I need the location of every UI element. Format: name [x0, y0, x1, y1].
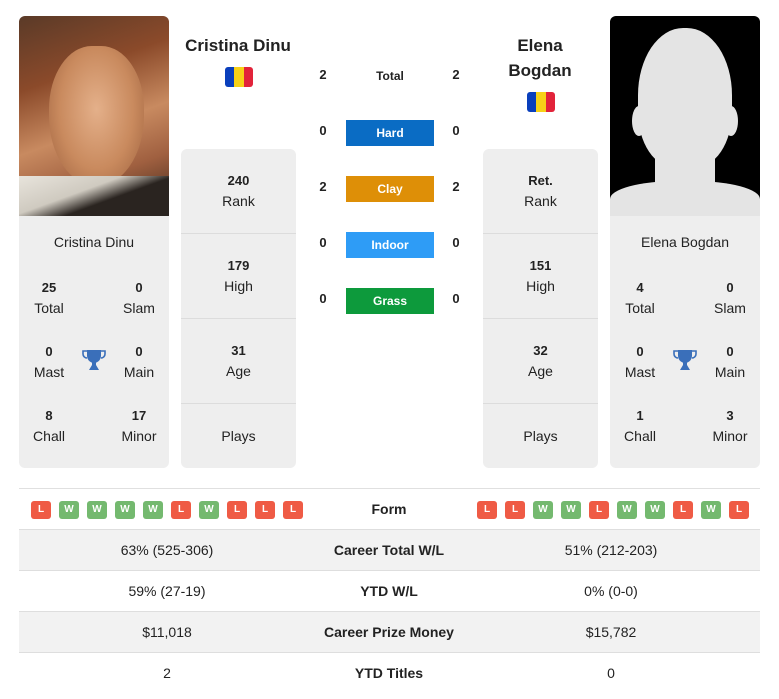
player2-header-name[interactable]: Elena Bogdan [480, 33, 600, 83]
form-loss-badge[interactable]: L [505, 501, 525, 519]
player1-titles-minor: 17 Minor [121, 408, 157, 444]
surface-grass-button[interactable]: Grass [346, 288, 434, 314]
form-win-badge[interactable]: W [561, 501, 581, 519]
surface-indoor-button[interactable]: Indoor [346, 232, 434, 258]
form-row: LWWWWLWLLL Form LLWWLWWLWL [19, 489, 760, 530]
form-loss-badge[interactable]: L [729, 501, 749, 519]
player2-age: 32 Age [483, 319, 598, 404]
table-row: $11,018 Career Prize Money $15,782 [19, 612, 760, 653]
player2-value: $15,782 [585, 624, 637, 640]
player2-value: 51% (212-203) [564, 542, 658, 558]
player1-value: $11,018 [142, 624, 192, 640]
row-label: Career Prize Money [324, 624, 454, 640]
trophy-icon [82, 350, 106, 370]
player2-name[interactable]: Elena Bogdan [610, 234, 760, 250]
player1-titles-main: 0 Main [123, 344, 155, 380]
h2h-grass-p1: 0 [319, 291, 327, 306]
comparison-table: LWWWWLWLLL Form LLWWLWWLWL 63% (525-306)… [19, 488, 760, 694]
player1-high: 179 High [181, 234, 296, 319]
table-row: 2 YTD Titles 0 [19, 653, 760, 694]
h2h-hard-p2: 0 [452, 123, 460, 138]
player2-titles-main: 0 Main [714, 344, 746, 380]
player1-name[interactable]: Cristina Dinu [19, 234, 169, 250]
surface-clay-button[interactable]: Clay [346, 176, 434, 202]
surface-hard-button[interactable]: Hard [346, 120, 434, 146]
player2-value: 0 [607, 665, 615, 681]
form-loss-badge[interactable]: L [227, 501, 247, 519]
player1-flag-icon [225, 67, 253, 87]
trophy-icon [673, 350, 697, 370]
h2h-indoor-p2: 0 [452, 235, 460, 250]
player2-stats-card: Ret. Rank 151 High 32 Age Plays [483, 149, 598, 468]
player1-header-name[interactable]: Cristina Dinu [178, 33, 298, 58]
form-label: Form [371, 501, 407, 517]
player2-titles-slam: 0 Slam [714, 280, 746, 316]
form-loss-badge[interactable]: L [171, 501, 191, 519]
row-label: YTD Titles [354, 665, 424, 681]
h2h-total-label: Total [376, 69, 404, 83]
player1-titles-mast: 0 Mast [33, 344, 65, 380]
form-win-badge[interactable]: W [115, 501, 135, 519]
player1-titles-card: Cristina Dinu 25 Total 0 Slam 0 Mast 0 Main … [19, 216, 169, 468]
player2-titles-total: 4 Total [625, 280, 655, 316]
form-loss-badge[interactable]: L [255, 501, 275, 519]
player2-titles-minor: 3 Minor [712, 408, 748, 444]
player2-titles-chall: 1 Chall [624, 408, 656, 444]
form-win-badge[interactable]: W [533, 501, 553, 519]
player2-form: LLWWLWWLWL [477, 501, 749, 519]
player1-value: 63% (525-306) [120, 542, 214, 558]
player2-high: 151 High [483, 234, 598, 319]
form-loss-badge[interactable]: L [283, 501, 303, 519]
form-loss-badge[interactable]: L [673, 501, 693, 519]
h2h-total-p2: 2 [452, 67, 460, 82]
player1-value: 2 [163, 665, 171, 681]
player2-rank: Ret. Rank [483, 149, 598, 234]
form-loss-badge[interactable]: L [31, 501, 51, 519]
player2-titles-card: Elena Bogdan 4 Total 0 Slam 0 Mast 0 Main 1C… [610, 216, 760, 468]
player2-photo [610, 16, 760, 216]
h2h-grass-p2: 0 [452, 291, 460, 306]
table-row: 59% (27-19) YTD W/L 0% (0-0) [19, 571, 760, 612]
table-row: 63% (525-306) Career Total W/L 51% (212-… [19, 530, 760, 571]
h2h-total-p1: 2 [319, 67, 327, 82]
player1-photo [19, 16, 169, 216]
form-loss-badge[interactable]: L [477, 501, 497, 519]
player1-form: LWWWWLWLLL [31, 501, 303, 519]
row-label: YTD W/L [360, 583, 418, 599]
h2h-hard-p1: 0 [319, 123, 327, 138]
form-win-badge[interactable]: W [617, 501, 637, 519]
player1-rank: 240 Rank [181, 149, 296, 234]
player2-value: 0% (0-0) [584, 583, 638, 599]
form-win-badge[interactable]: W [143, 501, 163, 519]
player1-titles-total: 25 Total [34, 280, 64, 316]
player1-age: 31 Age [181, 319, 296, 404]
player2-flag-icon [527, 92, 555, 112]
form-win-badge[interactable]: W [199, 501, 219, 519]
form-win-badge[interactable]: W [87, 501, 107, 519]
row-label: Career Total W/L [333, 542, 445, 558]
h2h-clay-p2: 2 [452, 179, 460, 194]
player2-plays: Plays [523, 428, 558, 444]
player2-titles-mast: 0 Mast [624, 344, 656, 380]
player1-titles-slam: 0 Slam [123, 280, 155, 316]
player1-titles-chall: 8 Chall [33, 408, 65, 444]
form-win-badge[interactable]: W [59, 501, 79, 519]
form-win-badge[interactable]: W [645, 501, 665, 519]
player1-plays: Plays [221, 428, 256, 444]
form-win-badge[interactable]: W [701, 501, 721, 519]
form-loss-badge[interactable]: L [589, 501, 609, 519]
h2h-indoor-p1: 0 [319, 235, 327, 250]
player1-value: 59% (27-19) [128, 583, 206, 599]
h2h-clay-p1: 2 [319, 179, 327, 194]
player1-stats-card: 240 Rank 179 High 31 Age Plays [181, 149, 296, 468]
